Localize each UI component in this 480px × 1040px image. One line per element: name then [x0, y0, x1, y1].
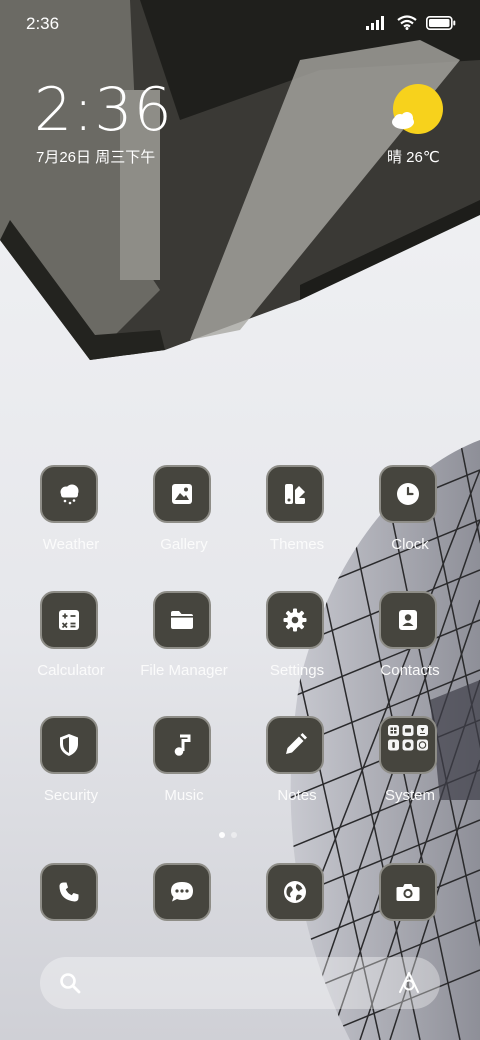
app-label: Clock: [391, 536, 429, 553]
page-dot: [231, 832, 237, 838]
app-tile[interactable]: [266, 591, 324, 649]
app-tile[interactable]: [40, 863, 98, 921]
weather-icon: [60, 484, 79, 505]
weather-text: 晴 26℃: [387, 149, 440, 166]
dock-browser[interactable]: [241, 863, 353, 963]
app-tile[interactable]: [266, 716, 324, 774]
search-icon[interactable]: [58, 971, 82, 995]
app-label: System: [384, 787, 435, 804]
app-tile[interactable]: [379, 716, 437, 774]
signal-icon: [366, 15, 384, 30]
app-clock[interactable]: Clock: [354, 465, 466, 565]
music-icon: [174, 734, 191, 756]
battery-icon: [426, 15, 456, 30]
app-gallery[interactable]: Gallery: [128, 465, 240, 565]
calculator-icon: [59, 610, 79, 630]
app-tile[interactable]: [266, 465, 324, 523]
clock-widget-time[interactable]: 2:36: [34, 78, 173, 142]
sun-cloud-icon[interactable]: [388, 82, 444, 138]
app-tile[interactable]: [40, 465, 98, 523]
assistant-icon[interactable]: [396, 970, 422, 996]
page-dot-active: [219, 832, 225, 838]
app-tile[interactable]: [379, 863, 437, 921]
browser-icon: [284, 881, 306, 903]
phone-icon: [59, 882, 79, 902]
dock-phone[interactable]: [15, 863, 127, 963]
app-tile[interactable]: [40, 591, 98, 649]
app-contacts[interactable]: Contacts: [354, 591, 466, 691]
status-icons: [366, 15, 456, 30]
clock-widget-date: 7月26日 周三下午: [36, 149, 156, 166]
gallery-icon: [172, 484, 192, 504]
app-tile[interactable]: [153, 465, 211, 523]
app-notes[interactable]: Notes: [241, 716, 353, 816]
clock-icon: [397, 483, 419, 505]
themes-icon: [285, 484, 305, 504]
app-calculator[interactable]: Calculator: [15, 591, 127, 691]
contacts-icon: [399, 610, 417, 630]
app-tile[interactable]: [266, 863, 324, 921]
status-time: 2:36: [26, 14, 60, 33]
app-themes[interactable]: Themes: [241, 465, 353, 565]
page-indicator[interactable]: [219, 832, 237, 838]
app-label: Contacts: [380, 662, 440, 679]
pencil-icon: [286, 733, 307, 754]
app-tile[interactable]: [379, 591, 437, 649]
app-file-manager[interactable]: File Manager: [128, 591, 240, 691]
app-tile[interactable]: [153, 591, 211, 649]
camera-icon: [396, 884, 420, 901]
message-icon: [171, 882, 193, 902]
dock-camera[interactable]: [354, 863, 466, 963]
app-tile[interactable]: [153, 716, 211, 774]
app-security[interactable]: Security: [15, 716, 127, 816]
app-tile[interactable]: [379, 465, 437, 523]
wifi-icon: [397, 15, 417, 30]
app-settings[interactable]: Settings: [241, 591, 353, 691]
shield-icon: [60, 734, 78, 756]
app-music[interactable]: Music: [128, 716, 240, 816]
app-tile[interactable]: [153, 863, 211, 921]
dock-messages[interactable]: [128, 863, 240, 963]
search-bar[interactable]: [40, 957, 440, 1009]
app-weather[interactable]: Weather: [15, 465, 127, 565]
folder-icon: [171, 611, 193, 629]
folder-grid-icon: [388, 725, 428, 751]
status-bar: 2:36: [0, 0, 480, 50]
gear-icon: [283, 608, 307, 632]
app-tile[interactable]: [40, 716, 98, 774]
app-system-folder[interactable]: System: [354, 716, 466, 816]
